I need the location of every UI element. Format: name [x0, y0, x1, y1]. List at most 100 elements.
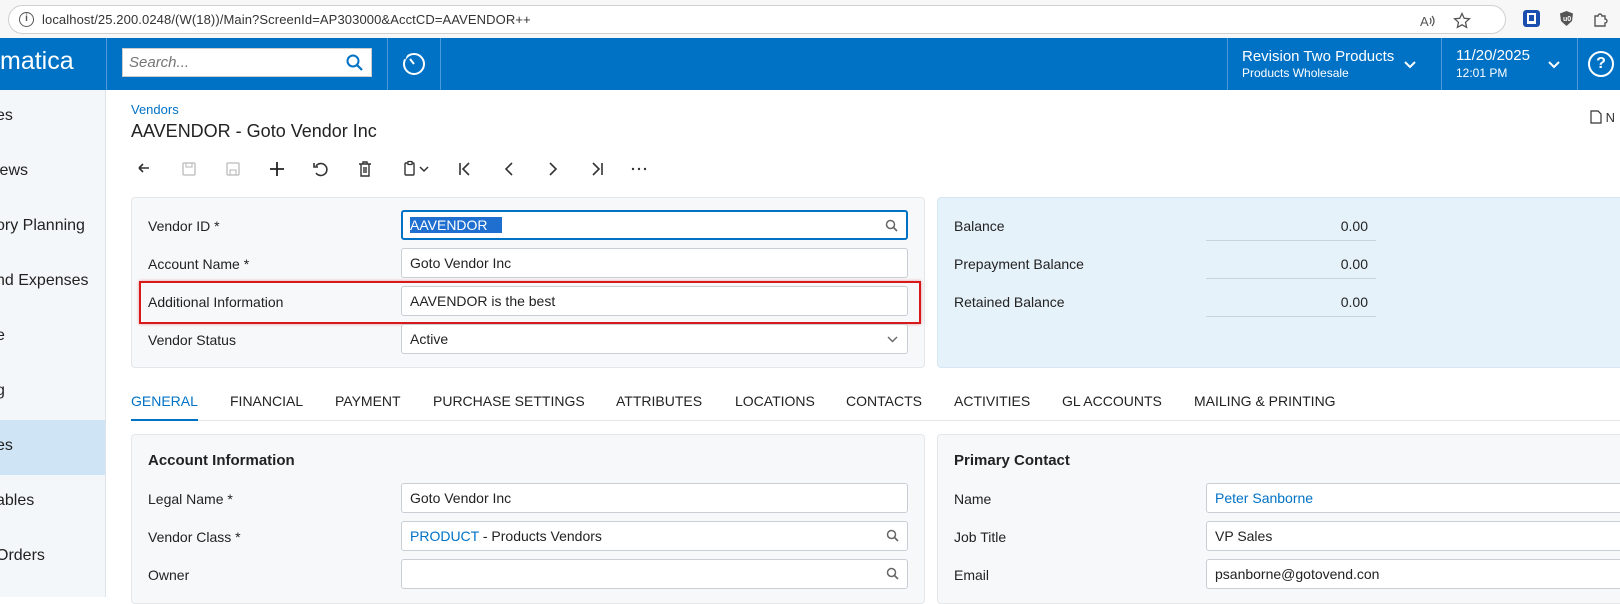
revert-icon — [313, 162, 328, 177]
chevron-down-icon — [1404, 61, 1416, 69]
chevron-right-icon — [549, 162, 558, 176]
first-record-button[interactable] — [451, 156, 479, 182]
search-icon[interactable] — [885, 219, 898, 232]
add-button[interactable] — [263, 156, 291, 182]
chevron-left-icon — [504, 162, 513, 176]
sidebar-item[interactable]: g — [0, 365, 105, 420]
tab-contacts[interactable]: CONTACTS — [846, 393, 922, 421]
prepayment-balance-value: 0.00 — [1340, 256, 1368, 272]
next-record-button[interactable] — [539, 156, 567, 182]
email-label: Email — [954, 567, 990, 583]
tab-activities[interactable]: ACTIVITIES — [954, 393, 1030, 421]
vendor-id-field[interactable]: AAVENDOR — [401, 210, 908, 240]
balance-value: 0.00 — [1340, 218, 1368, 234]
prepayment-balance-label: Prepayment Balance — [954, 256, 1084, 272]
search-icon[interactable] — [345, 53, 365, 73]
delete-button[interactable] — [351, 156, 379, 182]
sidebar-item[interactable]: ory Planning — [0, 200, 105, 255]
tab-general[interactable]: GENERAL — [131, 393, 198, 421]
vendor-class-code-link[interactable]: PRODUCT — [410, 528, 479, 544]
previous-record-button[interactable] — [495, 156, 523, 182]
company-selector[interactable]: Revision Two Products Products Wholesale — [1228, 38, 1440, 90]
search-box[interactable] — [122, 48, 372, 77]
cancel-button[interactable] — [307, 156, 335, 182]
tab-attributes[interactable]: ATTRIBUTES — [616, 393, 702, 421]
legal-name-label: Legal Name * — [148, 491, 233, 507]
business-date-selector[interactable]: 11/20/2025 12:01 PM — [1442, 38, 1574, 90]
sidebar-item[interactable]: es — [0, 90, 105, 145]
header-divider — [387, 38, 388, 90]
back-button[interactable] — [131, 156, 159, 182]
svg-text:A: A — [1420, 14, 1429, 29]
tab-financial[interactable]: FINANCIAL — [230, 393, 303, 421]
vendor-class-description: - Products Vendors — [478, 528, 602, 544]
divider — [1206, 316, 1376, 317]
tab-gl-accounts[interactable]: GL ACCOUNTS — [1062, 393, 1162, 421]
sidebar-item-active[interactable]: es — [0, 420, 105, 475]
svg-text:u0: u0 — [1563, 16, 1571, 23]
vendor-id-value: AAVENDOR — [410, 217, 502, 233]
acumatica-logo[interactable]: matica — [0, 47, 106, 76]
sidebar-item[interactable]: e — [0, 310, 105, 365]
search-input[interactable] — [123, 49, 333, 76]
search-icon[interactable] — [886, 529, 899, 542]
tab-locations[interactable]: LOCATIONS — [735, 393, 815, 421]
owner-field[interactable] — [401, 559, 908, 589]
clipboard-icon — [404, 160, 415, 176]
history-clock-icon[interactable] — [401, 51, 427, 77]
tab-purchase-settings[interactable]: PURCHASE SETTINGS — [433, 393, 585, 421]
url-text[interactable]: localhost/25.200.0248/(W(18))/Main?Scree… — [42, 12, 531, 27]
vendor-status-label: Vendor Status — [148, 332, 236, 348]
help-icon[interactable]: ? — [1588, 51, 1614, 77]
trash-icon — [359, 161, 371, 177]
browser-bar: i localhost/25.200.0248/(W(18))/Main?Scr… — [0, 0, 1620, 38]
sidebar-item[interactable]: nd Expenses — [0, 255, 105, 310]
contact-name-field[interactable]: Peter Sanborne — [1206, 483, 1620, 513]
email-field[interactable]: psanborne@gotovend.con — [1206, 559, 1620, 589]
save-close-button[interactable] — [175, 156, 203, 182]
highlight-annotation — [139, 281, 921, 324]
search-icon[interactable] — [886, 567, 899, 580]
vendor-class-field[interactable]: PRODUCT - Products Vendors — [401, 521, 908, 551]
save-close-icon — [182, 162, 196, 176]
contact-name-label: Name — [954, 491, 992, 507]
bitwarden-extension-icon[interactable] — [1523, 10, 1540, 27]
legal-name-field[interactable]: Goto Vendor Inc — [401, 483, 908, 513]
tab-payment[interactable]: PAYMENT — [335, 393, 401, 421]
account-information-title: Account Information — [148, 452, 295, 469]
info-icon[interactable]: i — [19, 12, 34, 27]
job-title-field[interactable]: VP Sales — [1206, 521, 1620, 551]
favorite-star-icon[interactable] — [1453, 12, 1471, 30]
vendor-class-label: Vendor Class * — [148, 529, 241, 545]
breadcrumb[interactable]: Vendors — [131, 102, 179, 117]
address-bar[interactable]: i localhost/25.200.0248/(W(18))/Main?Scr… — [8, 5, 1506, 34]
job-title-label: Job Title — [954, 529, 1007, 545]
vendor-status-value: Active — [410, 331, 449, 347]
app-header: matica Revision Two Products Products Wh… — [0, 38, 1620, 90]
sidebar-item[interactable]: ables — [0, 475, 105, 530]
contact-name-link[interactable]: Peter Sanborne — [1215, 490, 1313, 506]
sidebar: es iews ory Planning nd Expenses e g es … — [0, 90, 106, 597]
first-icon — [459, 162, 470, 176]
read-aloud-icon[interactable]: A — [1419, 12, 1437, 30]
notes-link[interactable]: N — [1590, 110, 1615, 125]
retained-balance-value: 0.00 — [1340, 294, 1368, 310]
tab-mailing-printing[interactable]: MAILING & PRINTING — [1194, 393, 1336, 421]
sidebar-item[interactable]: iews — [0, 145, 105, 200]
extensions-puzzle-icon[interactable] — [1592, 10, 1609, 27]
more-actions-button[interactable] — [625, 156, 653, 182]
vendor-id-label: Vendor ID * — [148, 218, 220, 234]
ublock-extension-icon[interactable]: u0 — [1558, 10, 1575, 27]
balance-label: Balance — [954, 218, 1005, 234]
vendor-status-select[interactable]: Active — [401, 324, 908, 354]
plus-icon — [270, 162, 284, 176]
save-button[interactable] — [219, 156, 247, 182]
account-name-field[interactable]: Goto Vendor Inc — [401, 248, 908, 278]
copy-paste-button[interactable] — [395, 156, 435, 182]
undo-arrow-icon — [138, 163, 149, 173]
sidebar-item[interactable]: Orders — [0, 530, 105, 585]
ellipsis-icon — [631, 167, 647, 171]
last-record-button[interactable] — [583, 156, 611, 182]
company-title: Revision Two Products — [1242, 48, 1395, 65]
chevron-down-icon — [419, 166, 429, 173]
